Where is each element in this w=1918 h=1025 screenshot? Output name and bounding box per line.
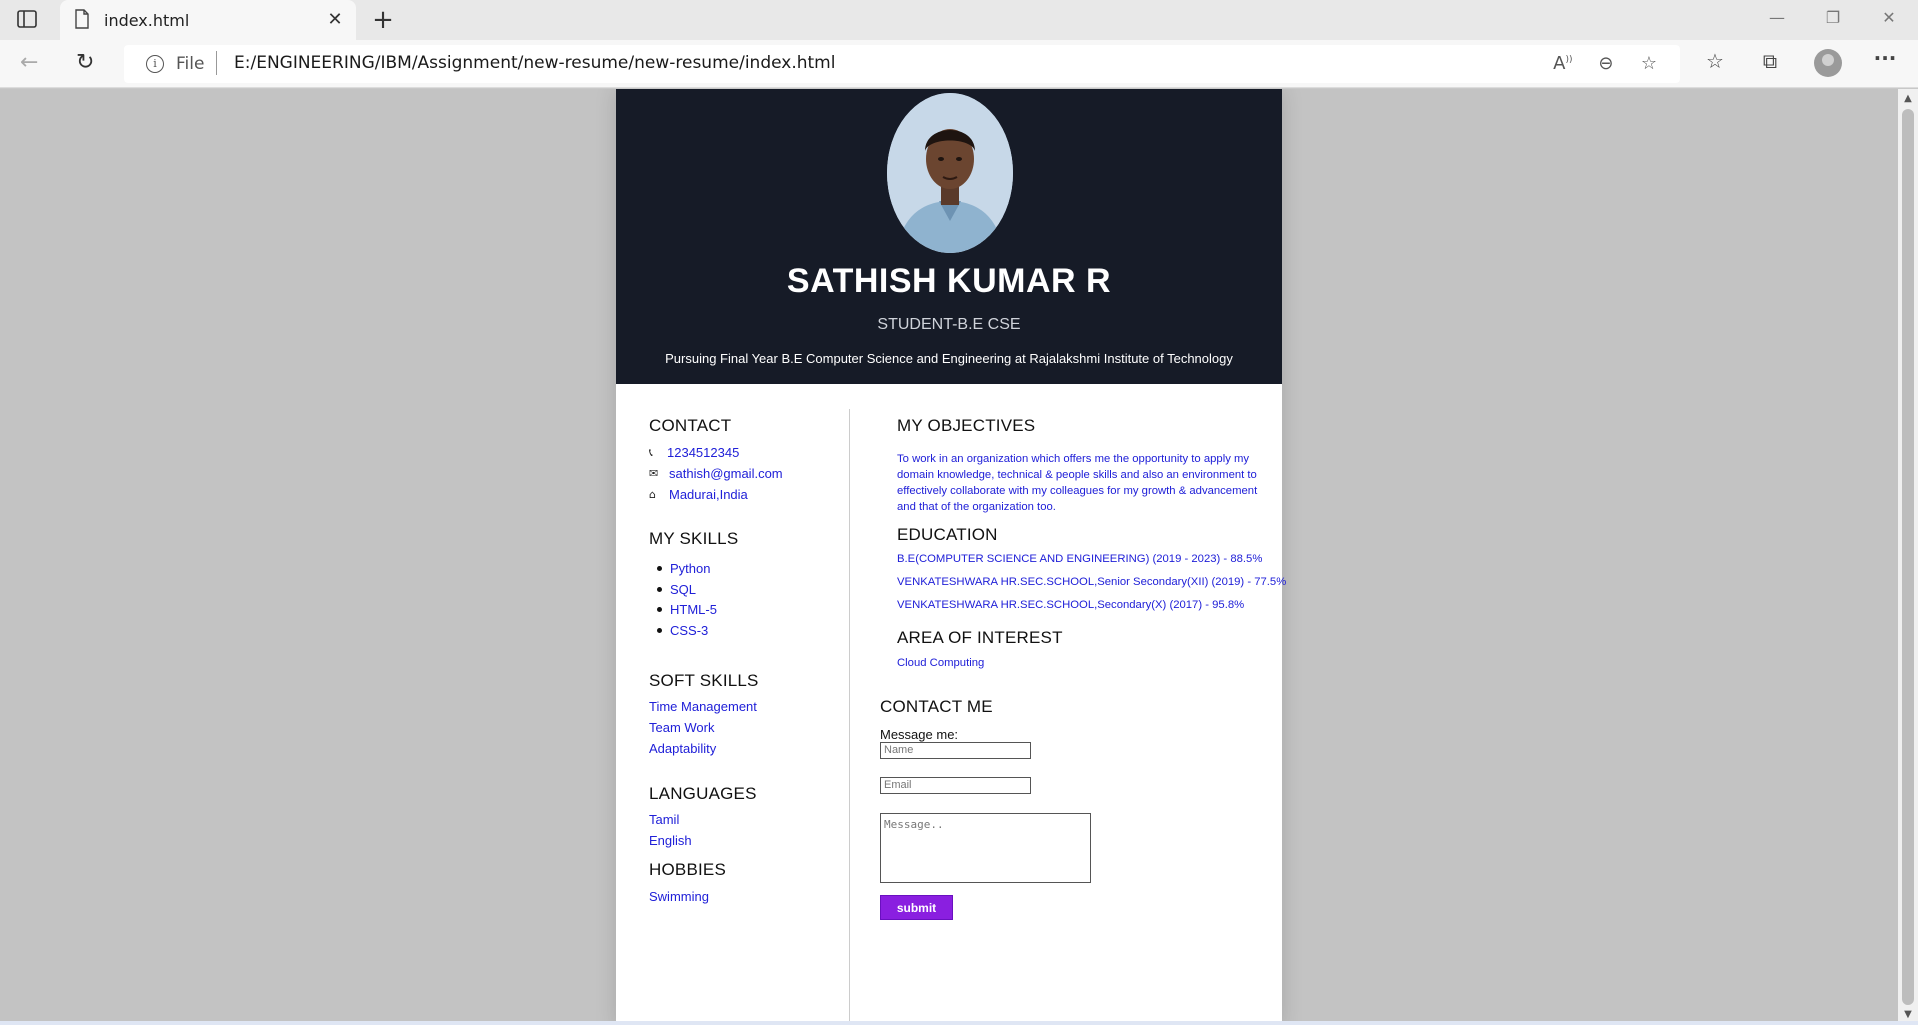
- skills-heading: MY SKILLS: [649, 529, 739, 548]
- education-item: B.E(COMPUTER SCIENCE AND ENGINEERING) (2…: [897, 553, 1263, 565]
- education-item: VENKATESHWARA HR.SEC.SCHOOL,Senior Secon…: [897, 576, 1287, 588]
- scroll-down-icon[interactable]: ▼: [1898, 1009, 1918, 1020]
- person-role: STUDENT-B.E CSE: [877, 316, 1021, 333]
- bullet: [657, 566, 662, 571]
- sidebar-icon[interactable]: [16, 8, 42, 32]
- close-window-icon[interactable]: ✕: [1874, 8, 1904, 32]
- message-label: Message me:: [880, 727, 959, 742]
- contact-email[interactable]: sathish@gmail.com: [669, 466, 783, 481]
- message-textarea[interactable]: Message..: [880, 813, 1091, 883]
- tab-title: index.html: [104, 11, 190, 30]
- address-toolbar: ← ↻ i File E:/ENGINEERING/IBM/Assignment…: [0, 40, 1918, 88]
- soft-skills-heading: SOFT SKILLS: [649, 671, 759, 690]
- reload-icon[interactable]: ↻: [76, 50, 94, 75]
- tab-strip: index.html ✕ + — ❐ ✕: [0, 0, 1918, 40]
- zoom-out-icon[interactable]: ⊖: [1587, 53, 1625, 74]
- language-item: Tamil: [649, 812, 680, 827]
- profile-photo: [887, 93, 1013, 253]
- resume-header: SATHISH KUMAR R STUDENT-B.E CSE Pursuing…: [616, 89, 1282, 384]
- url-text[interactable]: E:/ENGINEERING/IBM/Assignment/new-resume…: [234, 53, 835, 73]
- info-icon[interactable]: i: [146, 55, 164, 73]
- interest-heading: AREA OF INTEREST: [897, 628, 1063, 647]
- name-input[interactable]: Name: [880, 742, 1031, 759]
- back-icon[interactable]: ←: [20, 50, 38, 75]
- contact-heading: CONTACT: [649, 416, 732, 435]
- more-icon[interactable]: ···: [1870, 46, 1900, 70]
- collections-icon[interactable]: ⧉: [1755, 49, 1785, 73]
- education-heading: EDUCATION: [897, 525, 998, 544]
- resume-card: SATHISH KUMAR R STUDENT-B.E CSE Pursuing…: [616, 89, 1286, 1022]
- person-name: SATHISH KUMAR R: [786, 262, 1112, 300]
- page-viewport: SATHISH KUMAR R STUDENT-B.E CSE Pursuing…: [0, 89, 1898, 1022]
- objectives-heading: MY OBJECTIVES: [897, 416, 1036, 435]
- url-scheme: File: [176, 54, 205, 74]
- education-item: VENKATESHWARA HR.SEC.SCHOOL,Secondary(X)…: [897, 599, 1245, 611]
- vertical-scrollbar[interactable]: ▲ ▼: [1898, 89, 1918, 1022]
- hobbies-heading: HOBBIES: [649, 860, 726, 879]
- person-tagline: Pursuing Final Year B.E Computer Science…: [665, 351, 1233, 366]
- bullet: [657, 607, 662, 612]
- email-input[interactable]: Email: [880, 777, 1031, 794]
- window-bottom-edge: [0, 1021, 1918, 1025]
- skill-item: SQL: [670, 582, 697, 597]
- scroll-up-icon[interactable]: ▲: [1898, 93, 1918, 104]
- objectives-text: To work in an organization which offers …: [897, 453, 1258, 513]
- bullet: [657, 587, 662, 592]
- contact-location[interactable]: Madurai,India: [669, 487, 748, 502]
- favorites-icon[interactable]: ☆: [1700, 49, 1730, 73]
- contact-phone[interactable]: 1234512345: [667, 445, 739, 460]
- soft-skill-item: Time Management: [649, 699, 757, 714]
- language-item: English: [649, 833, 692, 848]
- phone-icon: 📞︎: [649, 446, 653, 459]
- hobby-item: Swimming: [649, 889, 709, 904]
- browser-tab[interactable]: index.html ✕: [60, 0, 356, 40]
- minimize-icon[interactable]: —: [1762, 8, 1792, 32]
- contact-me-heading: CONTACT ME: [880, 697, 993, 716]
- skill-item: HTML-5: [670, 602, 717, 617]
- restore-icon[interactable]: ❐: [1818, 8, 1848, 32]
- soft-skill-item: Adaptability: [649, 741, 717, 756]
- skill-item: Python: [670, 561, 711, 576]
- languages-heading: LANGUAGES: [649, 784, 757, 803]
- address-bar[interactable]: i File E:/ENGINEERING/IBM/Assignment/new…: [124, 45, 1680, 83]
- column-divider: [849, 409, 850, 1022]
- home-icon: ⌂: [649, 488, 656, 501]
- page-icon: [74, 9, 90, 33]
- new-tab-button[interactable]: +: [368, 5, 398, 35]
- add-favorite-icon[interactable]: ☆: [1630, 53, 1668, 74]
- bullet: [657, 628, 662, 633]
- url-separator: [216, 51, 217, 75]
- envelope-icon: ✉: [649, 467, 659, 480]
- submit-button[interactable]: submit: [880, 895, 953, 920]
- interest-item: Cloud Computing: [897, 657, 985, 669]
- skill-item: CSS-3: [670, 623, 709, 638]
- soft-skill-item: Team Work: [649, 720, 715, 735]
- read-aloud-icon[interactable]: A)): [1544, 53, 1582, 74]
- close-tab-icon[interactable]: ✕: [324, 9, 346, 30]
- profile-icon[interactable]: [1814, 49, 1842, 77]
- scroll-thumb[interactable]: [1902, 109, 1914, 1005]
